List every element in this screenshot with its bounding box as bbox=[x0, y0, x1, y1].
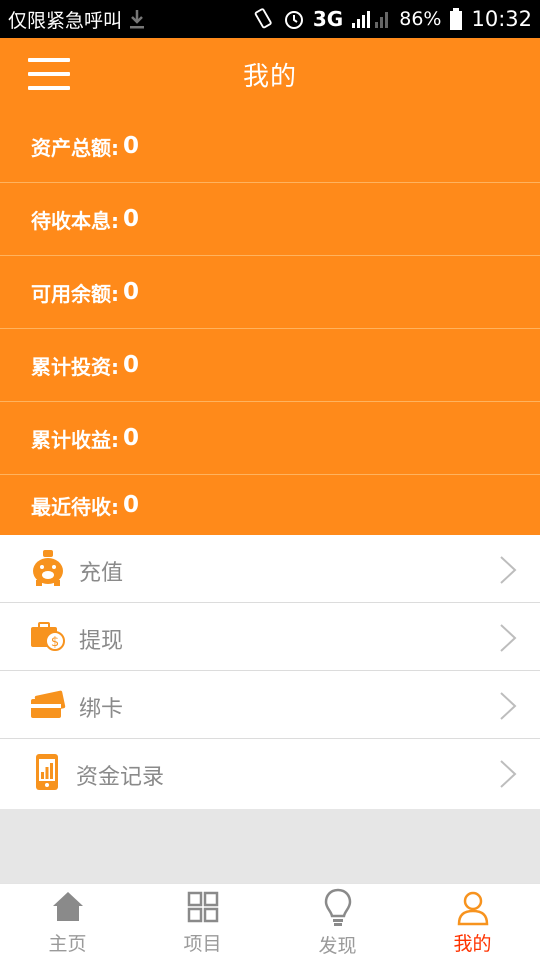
tab-discover[interactable]: 发现 bbox=[270, 884, 405, 961]
chevron-right-icon bbox=[498, 691, 518, 725]
svg-text:$: $ bbox=[51, 635, 59, 650]
stat-value: 0 bbox=[123, 279, 140, 305]
tab-mine[interactable]: 我的 bbox=[405, 884, 540, 961]
menu-list: 充值 $ 提现 绑卡 资金记录 bbox=[0, 535, 540, 809]
chevron-right-icon bbox=[498, 759, 518, 793]
grid-icon bbox=[186, 890, 220, 928]
menu-item-label: 资金记录 bbox=[76, 765, 165, 790]
phone-chart-icon bbox=[33, 753, 69, 791]
stat-cumulative-earnings: 累计收益: 0 bbox=[0, 402, 540, 475]
stat-total-assets: 资产总额: 0 bbox=[0, 110, 540, 183]
menu-item-fund-records[interactable]: 资金记录 bbox=[0, 739, 540, 809]
stat-value: 0 bbox=[123, 425, 140, 451]
signal-icon bbox=[351, 8, 391, 30]
stat-value: 0 bbox=[123, 133, 140, 159]
stat-value: 0 bbox=[123, 352, 140, 378]
account-stats: 资产总额: 0 待收本息: 0 可用余额: 0 累计投资: 0 累计收益: 0 … bbox=[0, 110, 540, 535]
lightbulb-icon bbox=[323, 888, 353, 932]
stat-label: 最近待收: bbox=[31, 494, 119, 519]
status-bar: 仅限紧急呼叫 3G 86% 10:32 bbox=[0, 0, 540, 38]
stat-label: 待收本息: bbox=[31, 208, 119, 233]
stat-label: 累计投资: bbox=[31, 354, 119, 379]
alarm-icon bbox=[283, 8, 305, 30]
home-icon bbox=[51, 890, 85, 928]
tab-label: 项目 bbox=[183, 933, 222, 955]
stat-pending-principal-interest: 待收本息: 0 bbox=[0, 183, 540, 256]
card-icon bbox=[30, 685, 66, 723]
stat-label: 资产总额: bbox=[31, 135, 119, 160]
app-header: 我的 bbox=[0, 38, 540, 110]
piggy-bank-icon bbox=[30, 549, 66, 587]
menu-item-label: 充值 bbox=[79, 561, 124, 586]
menu-item-bind-card[interactable]: 绑卡 bbox=[0, 671, 540, 739]
tab-label: 我的 bbox=[453, 933, 492, 955]
menu-item-withdraw[interactable]: $ 提现 bbox=[0, 603, 540, 671]
stat-label: 累计收益: bbox=[31, 427, 119, 452]
stat-value: 0 bbox=[123, 206, 140, 232]
menu-item-recharge[interactable]: 充值 bbox=[0, 535, 540, 603]
download-icon bbox=[128, 8, 146, 30]
stat-available-balance: 可用余额: 0 bbox=[0, 256, 540, 329]
page-title: 我的 bbox=[242, 62, 297, 92]
carrier-text: 仅限紧急呼叫 bbox=[8, 9, 123, 32]
wallet-icon: $ bbox=[30, 617, 66, 655]
vibrate-icon bbox=[251, 8, 275, 30]
clock: 10:32 bbox=[471, 7, 532, 31]
network-type: 3G bbox=[312, 7, 344, 31]
stat-label: 可用余额: bbox=[31, 281, 119, 306]
battery-icon bbox=[449, 7, 463, 31]
tab-projects[interactable]: 项目 bbox=[135, 884, 270, 961]
tab-home[interactable]: 主页 bbox=[0, 884, 135, 961]
stat-recent-pending: 最近待收: 0 bbox=[0, 475, 540, 535]
menu-item-label: 提现 bbox=[79, 629, 124, 654]
menu-item-label: 绑卡 bbox=[79, 697, 124, 722]
stat-value: 0 bbox=[123, 492, 140, 518]
tab-label: 发现 bbox=[318, 935, 357, 957]
chevron-right-icon bbox=[498, 623, 518, 657]
user-icon bbox=[456, 890, 490, 930]
stat-cumulative-investment: 累计投资: 0 bbox=[0, 329, 540, 402]
bottom-tab-bar: 主页 项目 发现 我的 bbox=[0, 883, 540, 961]
battery-level: 86% bbox=[399, 8, 442, 30]
tab-label: 主页 bbox=[48, 933, 87, 955]
chevron-right-icon bbox=[498, 555, 518, 589]
